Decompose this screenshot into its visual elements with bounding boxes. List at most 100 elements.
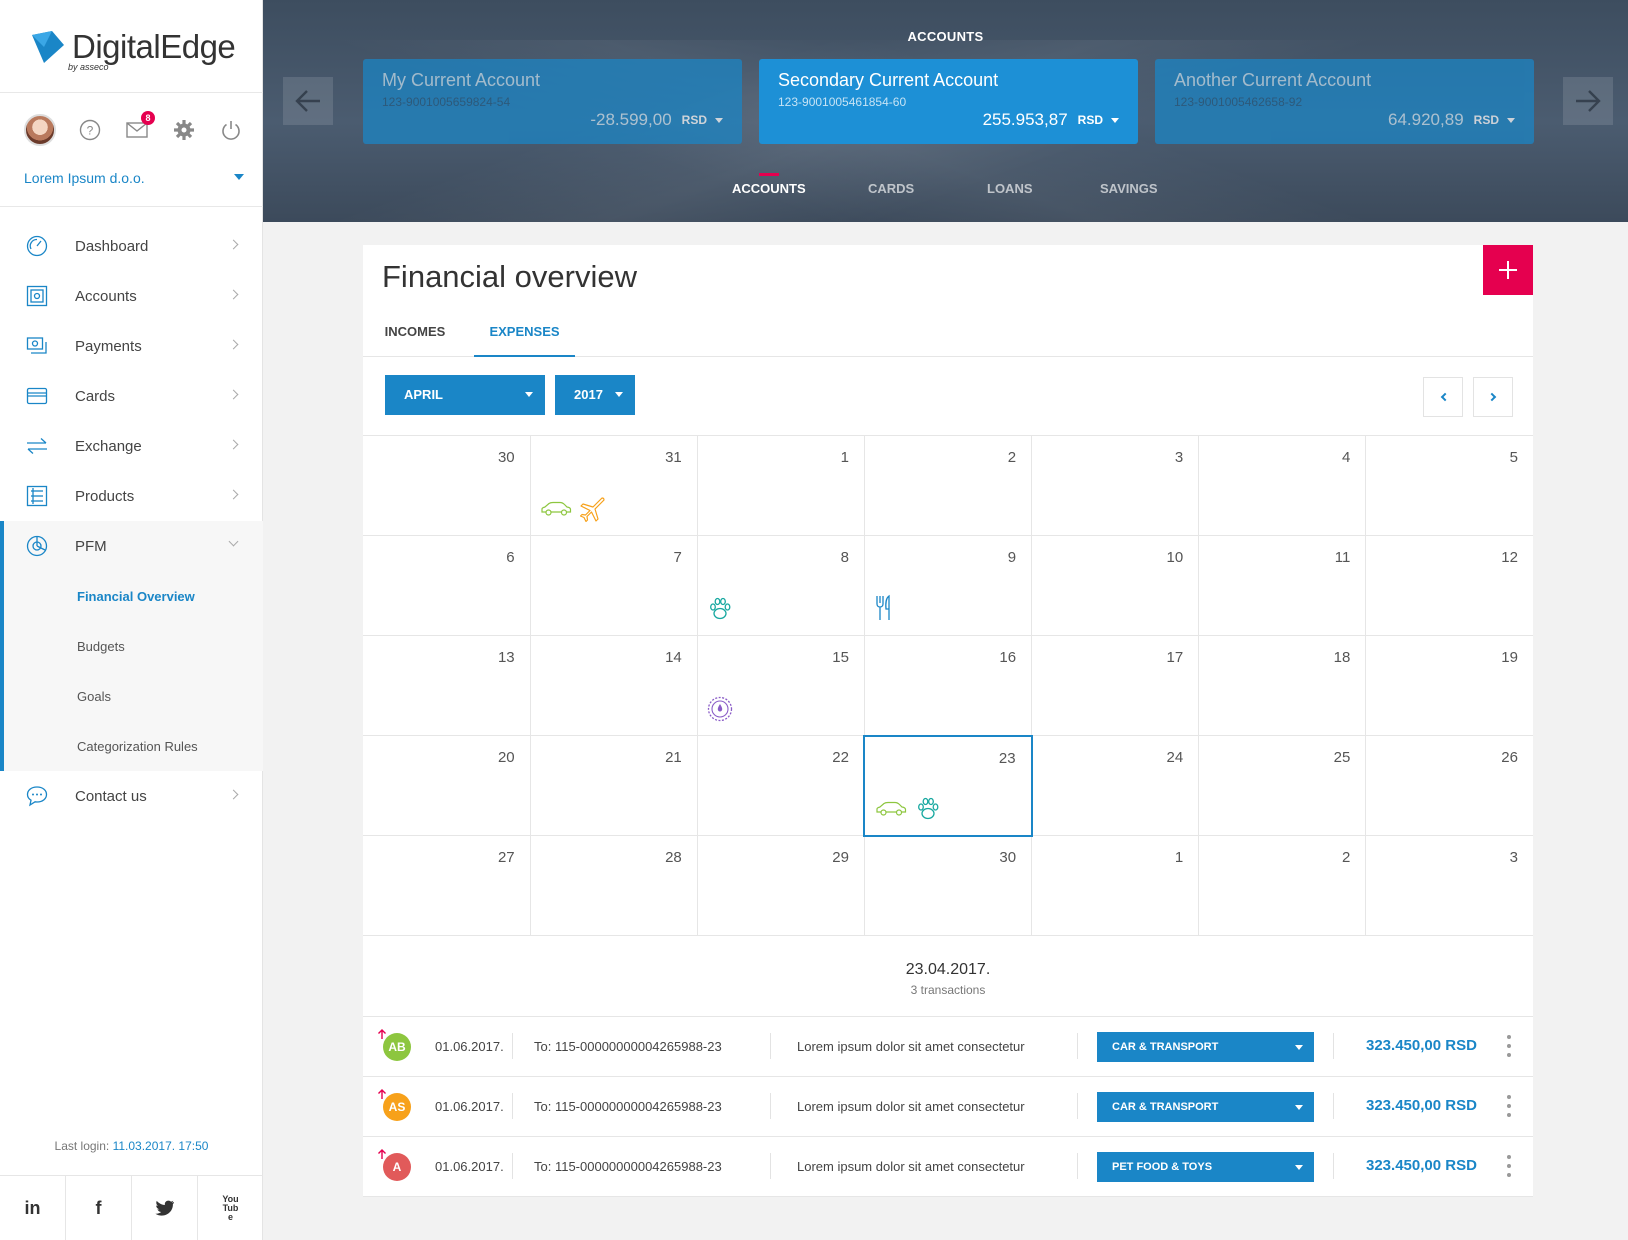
- prev-account-button[interactable]: [283, 77, 333, 125]
- calendar-day[interactable]: 3: [1365, 836, 1533, 936]
- tab-savings[interactable]: SAVINGS: [1100, 181, 1158, 196]
- nav-item-pfm[interactable]: PFM: [4, 521, 263, 571]
- caret-down-icon[interactable]: [715, 117, 723, 123]
- caret-down-icon: [1295, 1105, 1303, 1110]
- calendar-day[interactable]: 28: [530, 836, 698, 936]
- tab-incomes[interactable]: INCOMES: [384, 305, 446, 357]
- calendar-day[interactable]: 26: [1365, 736, 1533, 836]
- calendar-day[interactable]: 17: [1031, 636, 1200, 736]
- facebook-icon[interactable]: f: [66, 1176, 132, 1240]
- calendar-day[interactable]: 3: [1031, 436, 1200, 536]
- category-select[interactable]: PET FOOD & TOYS: [1097, 1152, 1314, 1182]
- month-select[interactable]: APRIL: [385, 375, 545, 415]
- calendar-day[interactable]: 10: [1031, 536, 1200, 636]
- more-vertical-icon[interactable]: [1507, 1035, 1511, 1057]
- nav-item-contact[interactable]: Contact us: [0, 771, 263, 821]
- power-icon[interactable]: [218, 117, 244, 143]
- prev-month-button[interactable]: [1423, 377, 1463, 417]
- calendar-day-selected[interactable]: 23: [863, 735, 1033, 837]
- divider: [512, 1033, 513, 1059]
- calendar-day[interactable]: 2: [1198, 836, 1367, 936]
- calendar-day[interactable]: 18: [1198, 636, 1367, 736]
- nav-item-payments[interactable]: Payments: [0, 321, 263, 371]
- calendar-day[interactable]: 9: [864, 536, 1033, 636]
- calendar-day[interactable]: 11: [1198, 536, 1367, 636]
- tab-loans[interactable]: LOANS: [987, 181, 1033, 196]
- caret-down-icon[interactable]: [1507, 117, 1515, 123]
- transaction-date: 01.06.2017.: [435, 1159, 504, 1174]
- brand-logo[interactable]: DigitalEdge: [30, 22, 236, 72]
- subnav-categorization-rules[interactable]: Categorization Rules: [4, 721, 263, 771]
- nav-item-cards[interactable]: Cards: [0, 371, 263, 421]
- calendar-day[interactable]: 14: [530, 636, 698, 736]
- account-number: 123-9001005659824-54: [382, 95, 511, 109]
- calendar-day[interactable]: 21: [530, 736, 698, 836]
- add-button[interactable]: [1483, 245, 1533, 295]
- transaction-row[interactable]: AB 01.06.2017. To: 115-00000000004265988-2…: [363, 1017, 1533, 1077]
- transaction-row[interactable]: AS 01.06.2017. To: 115-00000000004265988-2…: [363, 1077, 1533, 1137]
- calendar-day[interactable]: 16: [864, 636, 1033, 736]
- nav-item-dashboard[interactable]: Dashboard: [0, 221, 263, 271]
- divider: [1333, 1153, 1334, 1179]
- calendar-day[interactable]: 29: [697, 836, 865, 936]
- calendar-day[interactable]: 4: [1198, 436, 1367, 536]
- more-vertical-icon[interactable]: [1507, 1095, 1511, 1117]
- calendar-day[interactable]: 30: [363, 436, 531, 536]
- nav-item-accounts[interactable]: Accounts: [0, 271, 263, 321]
- transaction-description: Lorem ipsum dolor sit amet consectetur: [797, 1159, 1025, 1174]
- calendar-day[interactable]: 22: [697, 736, 865, 836]
- divider: [0, 206, 263, 207]
- calendar-day[interactable]: 13: [363, 636, 531, 736]
- calendar-day[interactable]: 27: [363, 836, 531, 936]
- calendar-day[interactable]: 15: [697, 636, 865, 736]
- youtube-icon[interactable]: YouTube: [198, 1176, 263, 1240]
- transaction-row[interactable]: A 01.06.2017. To: 115-00000000004265988-23…: [363, 1137, 1533, 1197]
- nav-item-products[interactable]: Products: [0, 471, 263, 521]
- subnav-goals[interactable]: Goals: [4, 671, 263, 721]
- account-card-selected[interactable]: Secondary Current Account 123-9001005461…: [759, 59, 1138, 144]
- account-card[interactable]: Another Current Account 123-900100546265…: [1155, 59, 1534, 144]
- payments-icon: [25, 334, 49, 358]
- tab-accounts[interactable]: ACCOUNTS: [732, 173, 806, 196]
- calendar-day[interactable]: 6: [363, 536, 531, 636]
- tab-cards[interactable]: CARDS: [868, 181, 914, 196]
- company-selector[interactable]: Lorem Ipsum d.o.o.: [24, 170, 244, 186]
- more-vertical-icon[interactable]: [1507, 1155, 1511, 1177]
- calendar-day[interactable]: 1: [1031, 836, 1200, 936]
- category-select[interactable]: CAR & TRANSPORT: [1097, 1092, 1314, 1122]
- calendar-day[interactable]: 2: [864, 436, 1033, 536]
- calendar-day[interactable]: 1: [697, 436, 865, 536]
- subnav-financial-overview[interactable]: Financial Overview: [4, 571, 263, 621]
- year-select[interactable]: 2017: [555, 375, 635, 415]
- next-month-button[interactable]: [1473, 377, 1513, 417]
- calendar-day[interactable]: 24: [1031, 736, 1200, 836]
- twitter-icon[interactable]: twitter: [132, 1176, 198, 1240]
- caret-down-icon[interactable]: [1111, 117, 1119, 123]
- category-select[interactable]: CAR & TRANSPORT: [1097, 1032, 1314, 1062]
- overview-tabs: INCOMES EXPENSES: [363, 305, 1533, 357]
- calendar-day[interactable]: 19: [1365, 636, 1533, 736]
- cutlery-icon: [874, 594, 894, 627]
- tab-expenses[interactable]: EXPENSES: [474, 305, 575, 357]
- gear-icon[interactable]: [171, 117, 197, 143]
- messages-icon[interactable]: 8: [124, 111, 155, 143]
- nav-label: Cards: [75, 387, 116, 405]
- avatar[interactable]: [24, 114, 56, 146]
- chevron-right-icon: [228, 789, 239, 800]
- currency-label: RSD: [1077, 113, 1103, 127]
- calendar-day[interactable]: 20: [363, 736, 531, 836]
- calendar-day[interactable]: 7: [530, 536, 698, 636]
- next-account-button[interactable]: [1563, 77, 1613, 125]
- linkedin-icon[interactable]: in: [0, 1176, 66, 1240]
- calendar-day[interactable]: 30: [864, 836, 1033, 936]
- calendar-day[interactable]: 5: [1365, 436, 1533, 536]
- calendar-day[interactable]: 12: [1365, 536, 1533, 636]
- help-icon[interactable]: ?: [77, 117, 103, 143]
- calendar-day[interactable]: 25: [1198, 736, 1367, 836]
- nav-item-exchange[interactable]: Exchange: [0, 421, 263, 471]
- subnav-budgets[interactable]: Budgets: [4, 621, 263, 671]
- account-card[interactable]: My Current Account 123-9001005659824-54 …: [363, 59, 742, 144]
- calendar-day[interactable]: 8: [697, 536, 865, 636]
- calendar-day[interactable]: 31: [530, 436, 698, 536]
- account-balance: -28.599,00 RSD: [590, 110, 723, 130]
